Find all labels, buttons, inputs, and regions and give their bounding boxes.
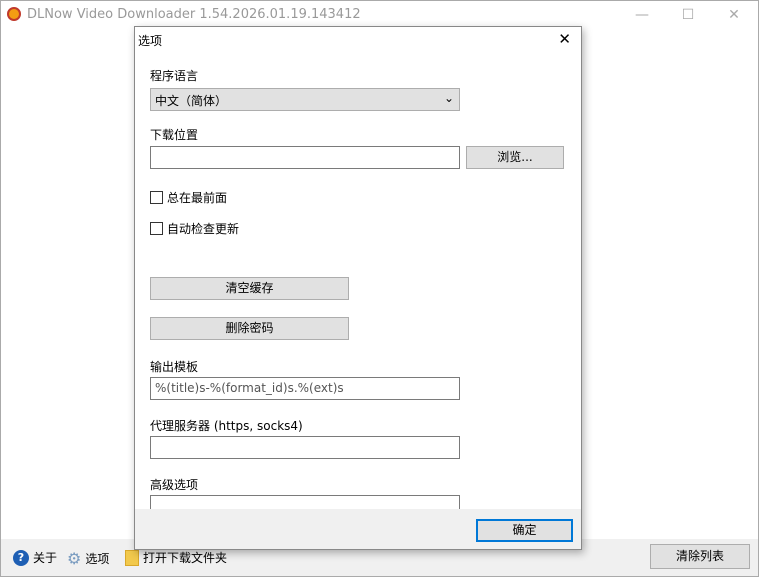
gear-icon: ⚙ bbox=[67, 549, 82, 568]
close-button[interactable]: ✕ bbox=[711, 1, 757, 29]
about-label: 关于 bbox=[33, 551, 58, 565]
delete-passwords-button[interactable]: 删除密码 bbox=[150, 317, 349, 340]
app-logo-icon bbox=[7, 7, 21, 21]
always-on-top-label: 总在最前面 bbox=[167, 191, 228, 205]
advanced-label: 高级选项 bbox=[150, 478, 199, 492]
dialog-body: 程序语言 中文（简体） ⌄ 下载位置 浏览... 总在最前面 自动检查更新 清空缓… bbox=[135, 53, 581, 517]
download-location-label: 下载位置 bbox=[150, 128, 199, 142]
open-folder-label: 打开下载文件夹 bbox=[143, 551, 228, 565]
language-label: 程序语言 bbox=[150, 69, 199, 83]
chevron-down-icon: ⌄ bbox=[443, 91, 454, 105]
language-select[interactable]: 中文（简体） ⌄ bbox=[150, 88, 460, 111]
help-icon: ? bbox=[13, 549, 29, 566]
dialog-title-bar: 选项 ✕ bbox=[135, 27, 581, 53]
options-label: 选项 bbox=[85, 552, 110, 566]
maximize-button[interactable]: ☐ bbox=[665, 1, 711, 29]
proxy-label: 代理服务器 (https, socks4) bbox=[150, 419, 303, 433]
dialog-footer: 确定 bbox=[135, 509, 581, 549]
dialog-close-button[interactable]: ✕ bbox=[558, 30, 571, 48]
clear-list-button[interactable]: 清除列表 bbox=[650, 544, 750, 569]
options-dialog: 选项 ✕ 程序语言 中文（简体） ⌄ 下载位置 浏览... 总在最前面 自动检查更… bbox=[134, 26, 582, 550]
browse-button[interactable]: 浏览... bbox=[466, 146, 564, 169]
auto-update-checkbox[interactable]: 自动检查更新 bbox=[150, 220, 239, 237]
folder-icon bbox=[125, 549, 139, 566]
language-value: 中文（简体） bbox=[155, 94, 228, 108]
output-template-label: 输出模板 bbox=[150, 360, 199, 374]
always-on-top-checkbox[interactable]: 总在最前面 bbox=[150, 189, 227, 206]
about-button[interactable]: ? 关于 bbox=[13, 549, 57, 566]
open-folder-button[interactable]: 打开下载文件夹 bbox=[125, 549, 227, 566]
checkbox-icon bbox=[150, 222, 163, 235]
minimize-button[interactable]: — bbox=[619, 1, 665, 29]
proxy-input[interactable] bbox=[150, 436, 460, 459]
checkbox-icon bbox=[150, 191, 163, 204]
ok-button[interactable]: 确定 bbox=[476, 519, 573, 542]
clear-cache-button[interactable]: 清空缓存 bbox=[150, 277, 349, 300]
download-location-input[interactable] bbox=[150, 146, 460, 169]
dialog-title: 选项 bbox=[138, 34, 163, 48]
app-title: DLNow Video Downloader 1.54.2026.01.19.1… bbox=[27, 7, 361, 22]
title-bar: DLNow Video Downloader 1.54.2026.01.19.1… bbox=[1, 1, 758, 29]
options-button[interactable]: ⚙ 选项 bbox=[67, 549, 109, 568]
auto-update-label: 自动检查更新 bbox=[167, 222, 240, 236]
output-template-input[interactable]: %(title)s-%(format_id)s.%(ext)s bbox=[150, 377, 460, 400]
